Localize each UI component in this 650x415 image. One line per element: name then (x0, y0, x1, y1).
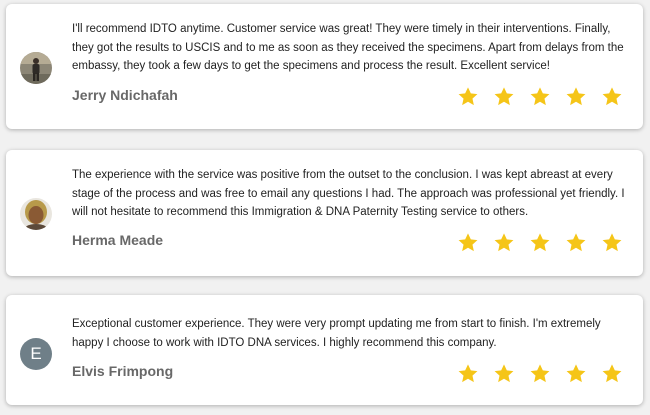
star-icon (493, 86, 515, 107)
star-icon (457, 232, 479, 253)
star-icon (529, 232, 551, 253)
star-icon (457, 363, 479, 384)
reviewer-name: Jerry Ndichafah (72, 87, 178, 103)
star-icon (565, 86, 587, 107)
star-icon (601, 232, 623, 253)
reviewer-avatar: E (20, 338, 52, 370)
star-icon (601, 363, 623, 384)
review-card: The experience with the service was posi… (6, 150, 643, 276)
star-icon (529, 86, 551, 107)
star-icon (565, 232, 587, 253)
star-icon (493, 232, 515, 253)
star-icon (493, 363, 515, 384)
reviewer-name: Elvis Frimpong (72, 363, 174, 379)
reviewer-name: Herma Meade (72, 232, 164, 248)
star-icon (565, 363, 587, 384)
reviewer-avatar (20, 52, 52, 84)
reviewer-avatar (20, 198, 52, 230)
star-icon (529, 363, 551, 384)
review-text: The experience with the service was posi… (72, 169, 625, 218)
star-icon (601, 86, 623, 107)
star-rating (457, 363, 623, 384)
review-card: I'll recommend IDTO anytime. Customer se… (6, 4, 643, 129)
review-card: E Exceptional customer experience. They … (6, 295, 643, 405)
review-text: I'll recommend IDTO anytime. Customer se… (72, 23, 624, 72)
star-icon (457, 86, 479, 107)
review-text: Exceptional customer experience. They we… (72, 318, 601, 349)
star-rating (457, 86, 623, 107)
star-rating (457, 232, 623, 253)
